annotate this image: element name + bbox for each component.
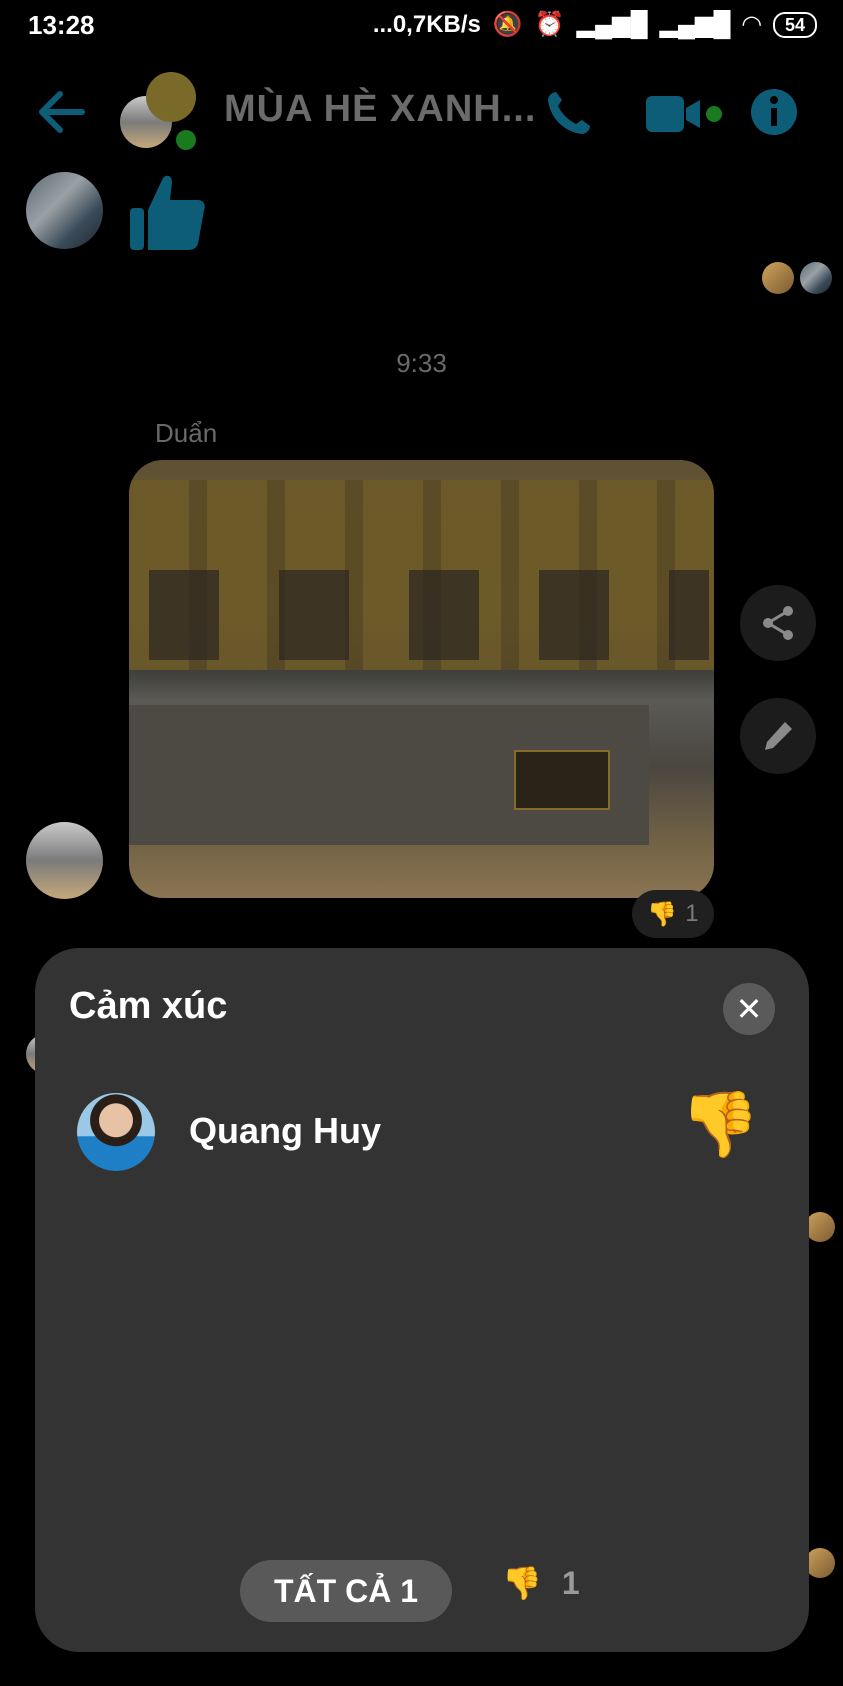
status-icons: ...0,7KB/s 🔕 ⏰ ▂▄▆█ ▂▄▆█ ◠ 54: [373, 10, 817, 39]
call-button[interactable]: [542, 88, 594, 145]
signal-icon: ▂▄▆█: [659, 11, 731, 38]
reaction-chip[interactable]: 👎 1: [632, 890, 714, 938]
sender-avatar[interactable]: [26, 172, 103, 249]
thumbs-up-icon: [130, 175, 205, 250]
wifi-icon: ◠: [742, 11, 761, 38]
close-icon: ✕: [735, 991, 763, 1027]
mute-icon: 🔕: [492, 11, 523, 38]
share-icon: [763, 606, 793, 640]
seen-avatar: [805, 1548, 835, 1578]
thumbs-down-icon: 👎: [502, 1565, 542, 1601]
reactor-avatar[interactable]: [77, 1093, 155, 1171]
reactions-sheet: [35, 948, 809, 1652]
conversation-title[interactable]: MÙA HÈ XANH...: [224, 88, 536, 131]
sheet-title: Cảm xúc: [69, 985, 228, 1027]
phone-icon: [548, 92, 590, 134]
battery-indicator: 54: [772, 11, 817, 38]
sender-avatar[interactable]: [26, 822, 103, 899]
online-dot: [176, 130, 196, 150]
back-button[interactable]: [34, 88, 86, 141]
tab-all-reactions[interactable]: TẤT CẢ 1: [240, 1560, 452, 1622]
photo-message[interactable]: [129, 460, 714, 898]
close-button[interactable]: ✕: [723, 983, 775, 1035]
reaction-count: 1: [685, 900, 699, 927]
photo-content: [149, 570, 709, 660]
video-camera-icon: [646, 96, 722, 132]
like-message[interactable]: [128, 170, 208, 257]
tab-count: 1: [561, 1564, 580, 1601]
seen-avatar: [762, 262, 794, 294]
seen-avatar: [800, 262, 832, 294]
info-icon: [751, 89, 797, 135]
group-avatar-emoji: [146, 72, 196, 122]
pencil-icon: [765, 722, 792, 750]
share-button[interactable]: [740, 585, 816, 661]
signal-icon: ▂▄▆█: [576, 11, 648, 38]
message-timestamp: 9:33: [396, 348, 447, 378]
thumbs-down-icon: 👎: [680, 1088, 760, 1160]
seen-avatar: [805, 1212, 835, 1242]
edit-button[interactable]: [740, 698, 816, 774]
reactor-name[interactable]: Quang Huy: [189, 1110, 381, 1152]
arrow-left-icon: [39, 91, 85, 133]
alarm-icon: ⏰: [534, 11, 565, 38]
info-button[interactable]: [750, 88, 798, 141]
status-time: 13:28: [28, 10, 95, 40]
thumbs-down-icon: 👎: [647, 900, 678, 928]
network-speed: ...0,7KB/s: [372, 10, 481, 38]
video-call-button[interactable]: [644, 92, 724, 141]
sender-name: Duẩn: [155, 418, 218, 448]
tab-thumbs-down[interactable]: 👎 1: [502, 1564, 580, 1602]
photo-content: [514, 750, 610, 810]
